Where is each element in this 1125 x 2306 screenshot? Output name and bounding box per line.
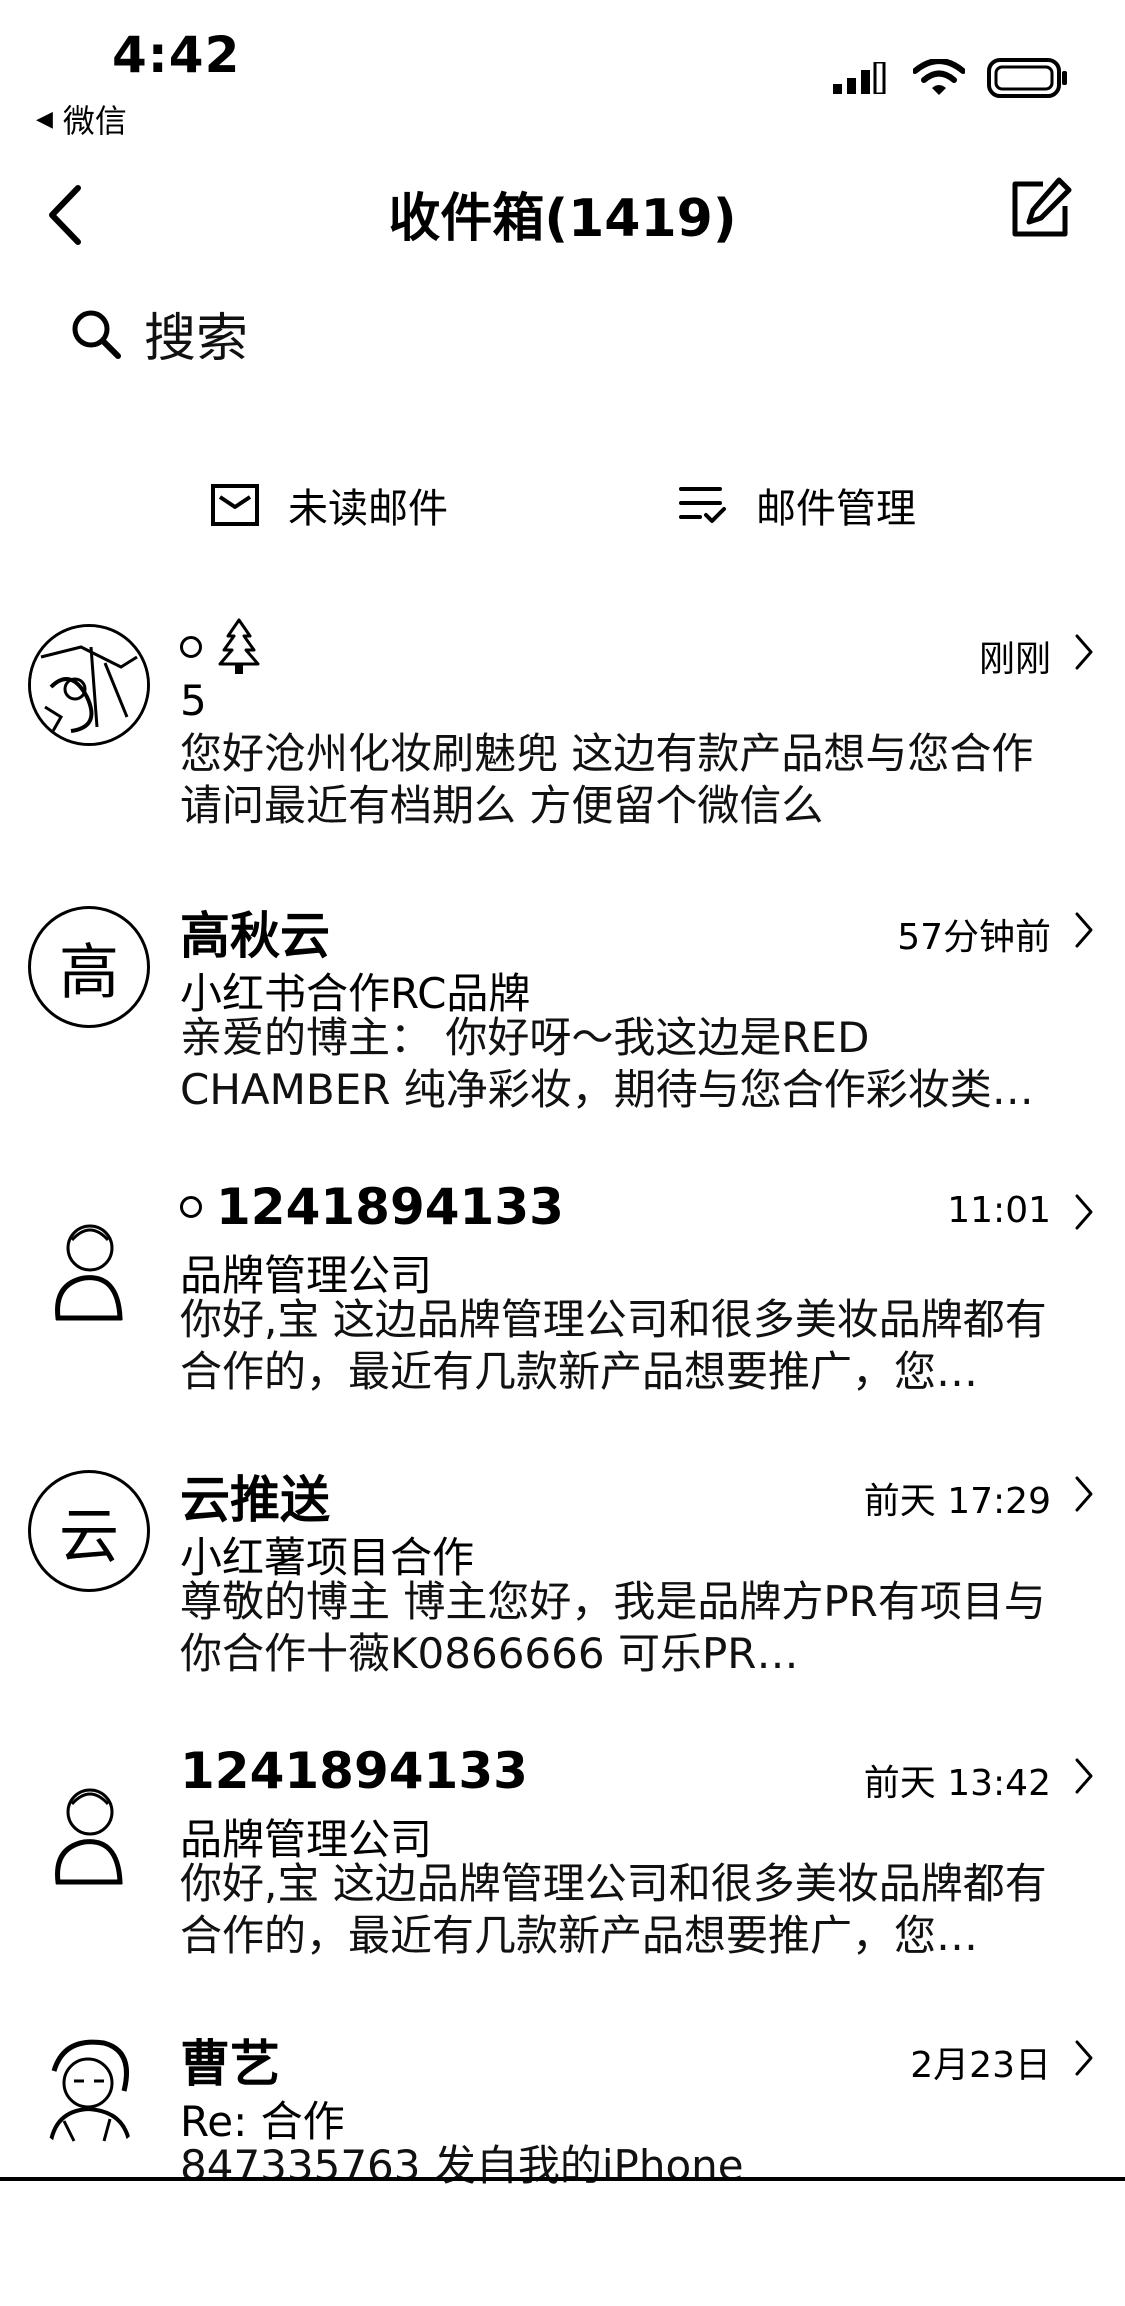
chevron-right-icon — [1075, 2040, 1093, 2076]
mail-time: 11:01 — [947, 1190, 1051, 1231]
mail-item[interactable]: 曹艺 2月23日 Re: 合作 847335763 发自我的iPhone — [0, 2024, 1125, 2306]
battery-icon — [987, 58, 1067, 98]
mail-time: 2月23日 — [910, 2045, 1051, 2086]
cartoon-avatar-icon — [55, 1224, 123, 1321]
signal-icon — [833, 62, 886, 94]
mail-sender: 1241894133 — [180, 1742, 528, 1800]
mail-sender: 高秋云 — [180, 907, 330, 965]
sketch-avatar-icon — [48, 2039, 132, 2148]
mail-preview: 亲爱的博主： 你好呀～我这边是RED CHAMBER 纯净彩妆，期待与您合作彩妆… — [180, 1013, 1034, 1114]
mail-sender: 1241894133 — [180, 1178, 564, 1236]
avatar — [28, 2030, 150, 2152]
back-triangle-icon: ◀ — [36, 106, 53, 132]
page-title: 收件箱(1419) — [388, 189, 737, 249]
mail-preview: 您好沧州化妆刷魅兜 这边有款产品想与您合作 请问最近有档期么 方便留个微信么 — [180, 729, 1034, 830]
avatar — [28, 624, 150, 746]
mail-item[interactable]: 1241894133 前天 13:42 品牌管理公司 你好,宝 这边品牌管理公司… — [0, 1742, 1125, 2024]
screen-bottom-border — [0, 2171, 1125, 2181]
avatar — [28, 1772, 150, 1894]
mail-sender — [180, 618, 262, 676]
avatar: 高 — [28, 906, 150, 1028]
list-check-icon — [679, 487, 726, 523]
mail-manage-label: 邮件管理 — [756, 486, 916, 532]
unread-dot — [180, 1196, 202, 1218]
mail-item[interactable]: 刚刚 5 您好沧州化妆刷魅兜 这边有款产品想与您合作 请问最近有档期么 方便留个… — [0, 618, 1125, 900]
unread-dot — [180, 636, 202, 658]
chevron-right-icon — [1075, 1194, 1093, 1230]
unread-mail-label: 未读邮件 — [288, 486, 448, 532]
mail-time: 前天 13:42 — [863, 1763, 1051, 1804]
unread-mail-button[interactable]: 未读邮件 — [210, 476, 448, 534]
chevron-right-icon — [1075, 912, 1093, 948]
photo-avatar-icon — [31, 627, 147, 743]
avatar: 云 — [28, 1470, 150, 1592]
avatar — [28, 1208, 150, 1330]
mail-item[interactable]: 云 云推送 前天 17:29 小红薯项目合作 尊敬的博主 博主您好，我是品牌方P… — [0, 1460, 1125, 1742]
mail-manage-button[interactable]: 邮件管理 — [678, 476, 916, 534]
mail-sender: 云推送 — [180, 1471, 330, 1529]
status-time: 4:42 — [112, 26, 241, 84]
mail-preview: 你好,宝 这边品牌管理公司和很多美妆品牌都有合作的，最近有几款新产品想要推广，您… — [180, 1295, 1047, 1396]
search-input[interactable]: 搜索 — [144, 296, 248, 371]
mail-subject: 5 — [180, 676, 207, 725]
mail-time: 前天 17:29 — [863, 1481, 1051, 1522]
compose-icon[interactable] — [1007, 176, 1073, 242]
mail-preview: 你好,宝 这边品牌管理公司和很多美妆品牌都有合作的，最近有几款新产品想要推广，您… — [180, 1859, 1047, 1960]
mail-time: 刚刚 — [978, 639, 1051, 680]
back-app-label: 微信 — [62, 102, 127, 140]
envelope-icon — [211, 484, 259, 526]
mail-sender-name: 1241894133 — [216, 1178, 564, 1236]
wifi-icon — [913, 59, 965, 95]
mail-preview: 尊敬的博主 博主您好，我是品牌方PR有项目与你合作十薇K0866666 可乐PR… — [180, 1577, 1046, 1678]
chevron-right-icon — [1075, 1758, 1093, 1794]
mail-time: 57分钟前 — [897, 917, 1051, 958]
cartoon-avatar-icon — [55, 1788, 123, 1885]
back-to-wechat[interactable]: ◀ 微信 — [36, 96, 127, 142]
status-icons — [833, 58, 1069, 98]
search-bar[interactable]: 搜索 — [70, 296, 248, 371]
mail-item[interactable]: 1241894133 11:01 品牌管理公司 你好,宝 这边品牌管理公司和很多… — [0, 1178, 1125, 1460]
chevron-right-icon — [1075, 634, 1093, 670]
mail-item[interactable]: 高 高秋云 57分钟前 小红书合作RC品牌 亲爱的博主： 你好呀～我这边是RED… — [0, 896, 1125, 1178]
chevron-right-icon — [1075, 1476, 1093, 1512]
mail-preview: 847335763 发自我的iPhone — [180, 2141, 744, 2190]
tree-icon — [218, 618, 260, 674]
search-icon — [72, 310, 121, 359]
mail-actions: 未读邮件 邮件管理 — [0, 476, 1125, 536]
mail-sender: 曹艺 — [180, 2035, 280, 2093]
